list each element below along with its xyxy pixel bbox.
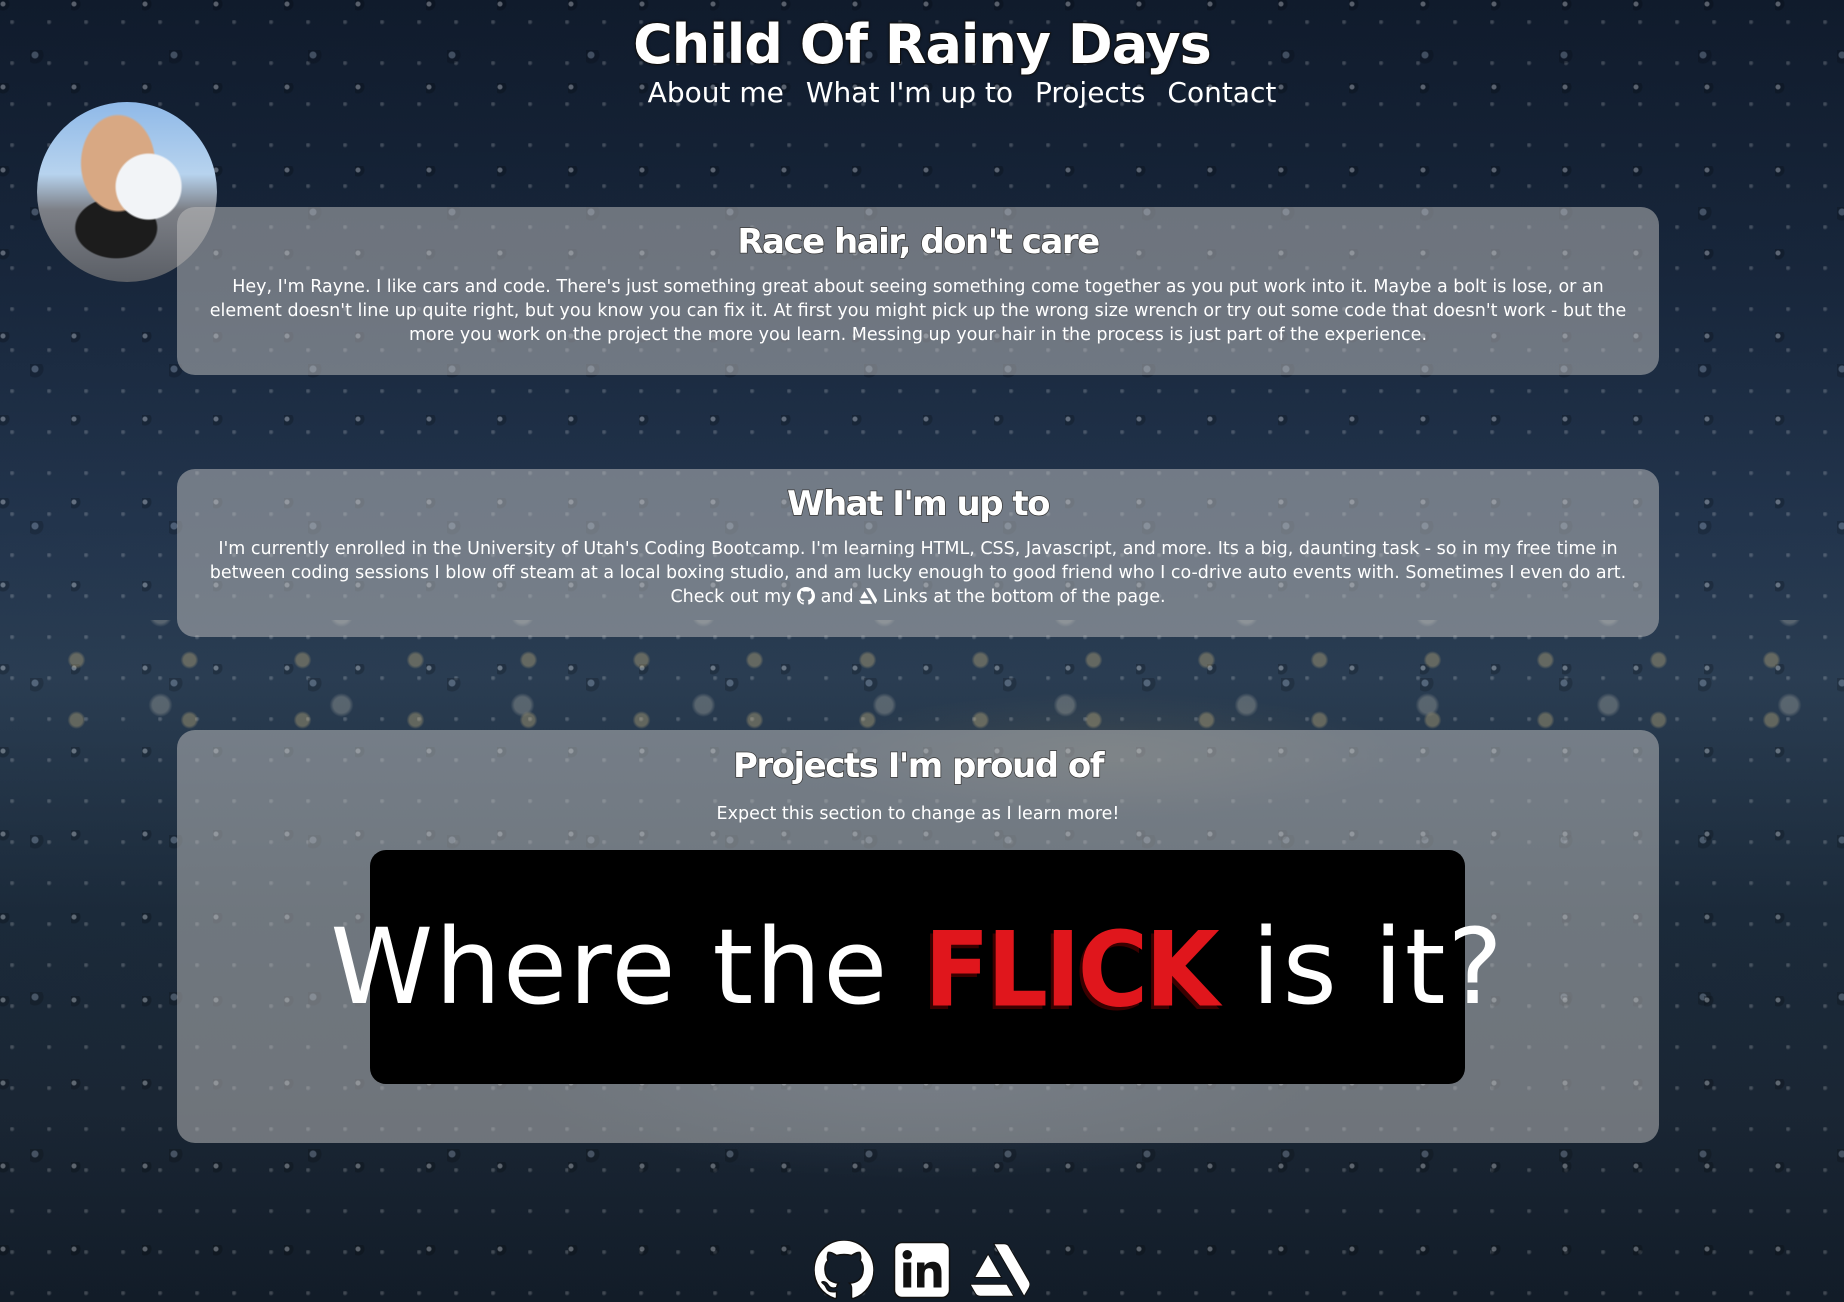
- project-where-the-flick-link[interactable]: Where the FLICK is it?: [330, 850, 1503, 1084]
- up-to-text: I'm currently enrolled in the University…: [199, 537, 1637, 609]
- linkedin-icon: [893, 1241, 951, 1299]
- banner-text-after: is it?: [1251, 906, 1505, 1028]
- projects-subtext: Expect this section to change as I learn…: [716, 804, 1120, 824]
- up-to-section: What I'm up to I'm currently enrolled in…: [177, 469, 1659, 637]
- contact-footer: [0, 1239, 1844, 1300]
- projects-heading: Projects I'm proud of: [732, 745, 1105, 787]
- github-link[interactable]: [813, 1239, 875, 1300]
- nav-what-im-up-to[interactable]: What I'm up to: [806, 76, 1013, 109]
- site-title: Child Of Rainy Days: [632, 12, 1213, 77]
- artstation-link[interactable]: [969, 1240, 1031, 1300]
- banner-flick-word: FLICK: [924, 909, 1219, 1031]
- nav-contact[interactable]: Contact: [1167, 76, 1276, 109]
- up-to-heading: What I'm up to: [786, 483, 1051, 525]
- projects-section: Projects I'm proud of Expect this sectio…: [177, 730, 1659, 1143]
- site-header: Child Of Rainy Days About me What I'm up…: [0, 10, 1844, 109]
- project-banner-title: Where the FLICK is it?: [330, 906, 1505, 1031]
- up-to-text-and: and: [820, 587, 854, 607]
- nav-projects[interactable]: Projects: [1035, 76, 1145, 109]
- main-nav: About me What I'm up to Projects Contact: [0, 76, 1844, 109]
- about-heading: Race hair, don't care: [737, 221, 1101, 263]
- banner-text-before: Where the: [330, 906, 890, 1028]
- about-section: Race hair, don't care Hey, I'm Rayne. I …: [177, 207, 1659, 375]
- nav-about-me[interactable]: About me: [648, 76, 784, 109]
- github-icon: [813, 1239, 875, 1300]
- artstation-icon: [969, 1243, 1031, 1298]
- github-icon: [797, 587, 816, 605]
- artstation-icon: [859, 588, 878, 604]
- about-text: Hey, I'm Rayne. I like cars and code. Th…: [209, 277, 1627, 345]
- up-to-text-end: Links at the bottom of the page.: [882, 587, 1166, 607]
- linkedin-link[interactable]: [892, 1240, 952, 1300]
